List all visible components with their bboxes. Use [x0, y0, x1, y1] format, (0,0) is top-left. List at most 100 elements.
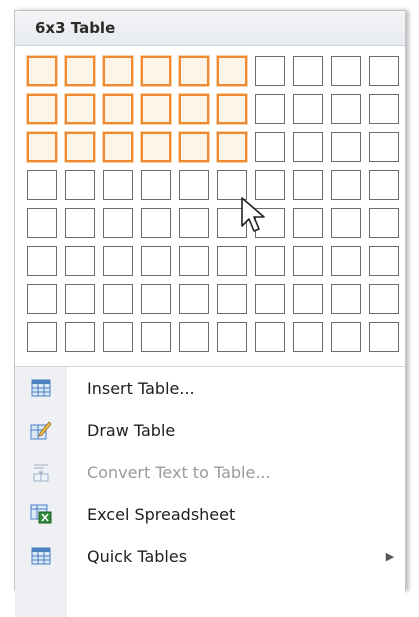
grid-cell[interactable] — [179, 56, 209, 86]
grid-cell[interactable] — [369, 94, 399, 124]
grid-cell[interactable] — [141, 322, 171, 352]
grid-cell[interactable] — [179, 284, 209, 314]
grid-cell[interactable] — [27, 208, 57, 238]
submenu-arrow-icon: ▶ — [385, 549, 395, 563]
grid-cell[interactable] — [369, 208, 399, 238]
grid-cell[interactable] — [331, 56, 361, 86]
grid-cell[interactable] — [293, 94, 323, 124]
grid-cell[interactable] — [103, 132, 133, 162]
excel-sheet-icon — [15, 504, 67, 524]
grid-cell[interactable] — [141, 284, 171, 314]
grid-cell[interactable] — [293, 246, 323, 276]
grid-cell[interactable] — [27, 284, 57, 314]
convert-text-icon — [15, 462, 67, 482]
grid-cell[interactable] — [65, 322, 95, 352]
grid-cell[interactable] — [331, 170, 361, 200]
grid-cell[interactable] — [141, 56, 171, 86]
menu-item-label: Convert Text to Table... — [87, 462, 271, 482]
grid-cell[interactable] — [255, 246, 285, 276]
grid-cell[interactable] — [141, 246, 171, 276]
grid-cell[interactable] — [27, 132, 57, 162]
grid-cell[interactable] — [179, 322, 209, 352]
menu-item-label: Draw Table — [87, 420, 176, 440]
grid-cell[interactable] — [217, 170, 247, 200]
grid-cell[interactable] — [103, 284, 133, 314]
grid-cell[interactable] — [179, 208, 209, 238]
grid-cell[interactable] — [27, 322, 57, 352]
grid-cell[interactable] — [293, 208, 323, 238]
grid-cell[interactable] — [293, 56, 323, 86]
grid-cell[interactable] — [27, 246, 57, 276]
menu-item-label: Excel Spreadsheet — [87, 504, 236, 524]
grid-cells[interactable] — [27, 56, 399, 352]
grid-cell[interactable] — [179, 246, 209, 276]
grid-cell[interactable] — [179, 132, 209, 162]
menu-item-insert-table[interactable]: Insert Table... — [15, 367, 405, 409]
grid-cell[interactable] — [293, 170, 323, 200]
grid-cell[interactable] — [65, 246, 95, 276]
grid-cell[interactable] — [369, 56, 399, 86]
grid-cell[interactable] — [255, 170, 285, 200]
grid-cell[interactable] — [65, 56, 95, 86]
menu-item-excel-spreadsheet[interactable]: Excel Spreadsheet — [15, 493, 405, 535]
grid-cell[interactable] — [27, 56, 57, 86]
grid-cell[interactable] — [141, 94, 171, 124]
grid-cell[interactable] — [65, 94, 95, 124]
grid-cell[interactable] — [293, 322, 323, 352]
grid-cell[interactable] — [217, 322, 247, 352]
grid-cell[interactable] — [331, 246, 361, 276]
grid-cell[interactable] — [179, 170, 209, 200]
grid-cell[interactable] — [255, 208, 285, 238]
menu-item-quick-tables[interactable]: Quick Tables ▶ — [15, 535, 405, 577]
grid-cell[interactable] — [103, 56, 133, 86]
grid-cell[interactable] — [293, 132, 323, 162]
grid-cell[interactable] — [65, 170, 95, 200]
menu-item-label: Quick Tables — [87, 546, 188, 566]
grid-cell[interactable] — [103, 208, 133, 238]
grid-cell[interactable] — [141, 170, 171, 200]
table-grid-icon — [15, 379, 67, 397]
grid-cell[interactable] — [217, 208, 247, 238]
grid-cell[interactable] — [141, 208, 171, 238]
grid-cell[interactable] — [255, 284, 285, 314]
table-size-header: 6x3 Table — [15, 11, 405, 46]
grid-cell[interactable] — [141, 132, 171, 162]
grid-cell[interactable] — [293, 284, 323, 314]
grid-cell[interactable] — [65, 208, 95, 238]
insert-table-dropdown: 6x3 Table Insert Table... Draw Table Con… — [14, 10, 406, 617]
grid-cell[interactable] — [331, 322, 361, 352]
grid-cell[interactable] — [103, 322, 133, 352]
grid-cell[interactable] — [369, 170, 399, 200]
grid-cell[interactable] — [369, 132, 399, 162]
grid-cell[interactable] — [103, 170, 133, 200]
grid-cell[interactable] — [179, 94, 209, 124]
grid-cell[interactable] — [217, 94, 247, 124]
grid-cell[interactable] — [331, 208, 361, 238]
grid-cell[interactable] — [65, 284, 95, 314]
grid-cell[interactable] — [255, 56, 285, 86]
quick-tables-icon — [15, 547, 67, 565]
grid-cell[interactable] — [369, 246, 399, 276]
grid-cell[interactable] — [331, 284, 361, 314]
grid-cell[interactable] — [255, 132, 285, 162]
grid-cell[interactable] — [217, 56, 247, 86]
menu-item-label: Insert Table... — [87, 378, 195, 398]
grid-cell[interactable] — [65, 132, 95, 162]
grid-cell[interactable] — [255, 94, 285, 124]
menu-item-draw-table[interactable]: Draw Table — [15, 409, 405, 451]
grid-cell[interactable] — [103, 94, 133, 124]
table-grid-picker[interactable] — [15, 46, 405, 366]
grid-cell[interactable] — [27, 170, 57, 200]
grid-cell[interactable] — [369, 322, 399, 352]
grid-cell[interactable] — [331, 94, 361, 124]
grid-cell[interactable] — [103, 246, 133, 276]
grid-cell[interactable] — [369, 284, 399, 314]
grid-cell[interactable] — [217, 132, 247, 162]
grid-cell[interactable] — [217, 284, 247, 314]
pencil-table-icon — [15, 420, 67, 440]
grid-cell[interactable] — [255, 322, 285, 352]
grid-cell[interactable] — [331, 132, 361, 162]
menu-item-convert-text-to-table: Convert Text to Table... — [15, 451, 405, 493]
grid-cell[interactable] — [27, 94, 57, 124]
grid-cell[interactable] — [217, 246, 247, 276]
